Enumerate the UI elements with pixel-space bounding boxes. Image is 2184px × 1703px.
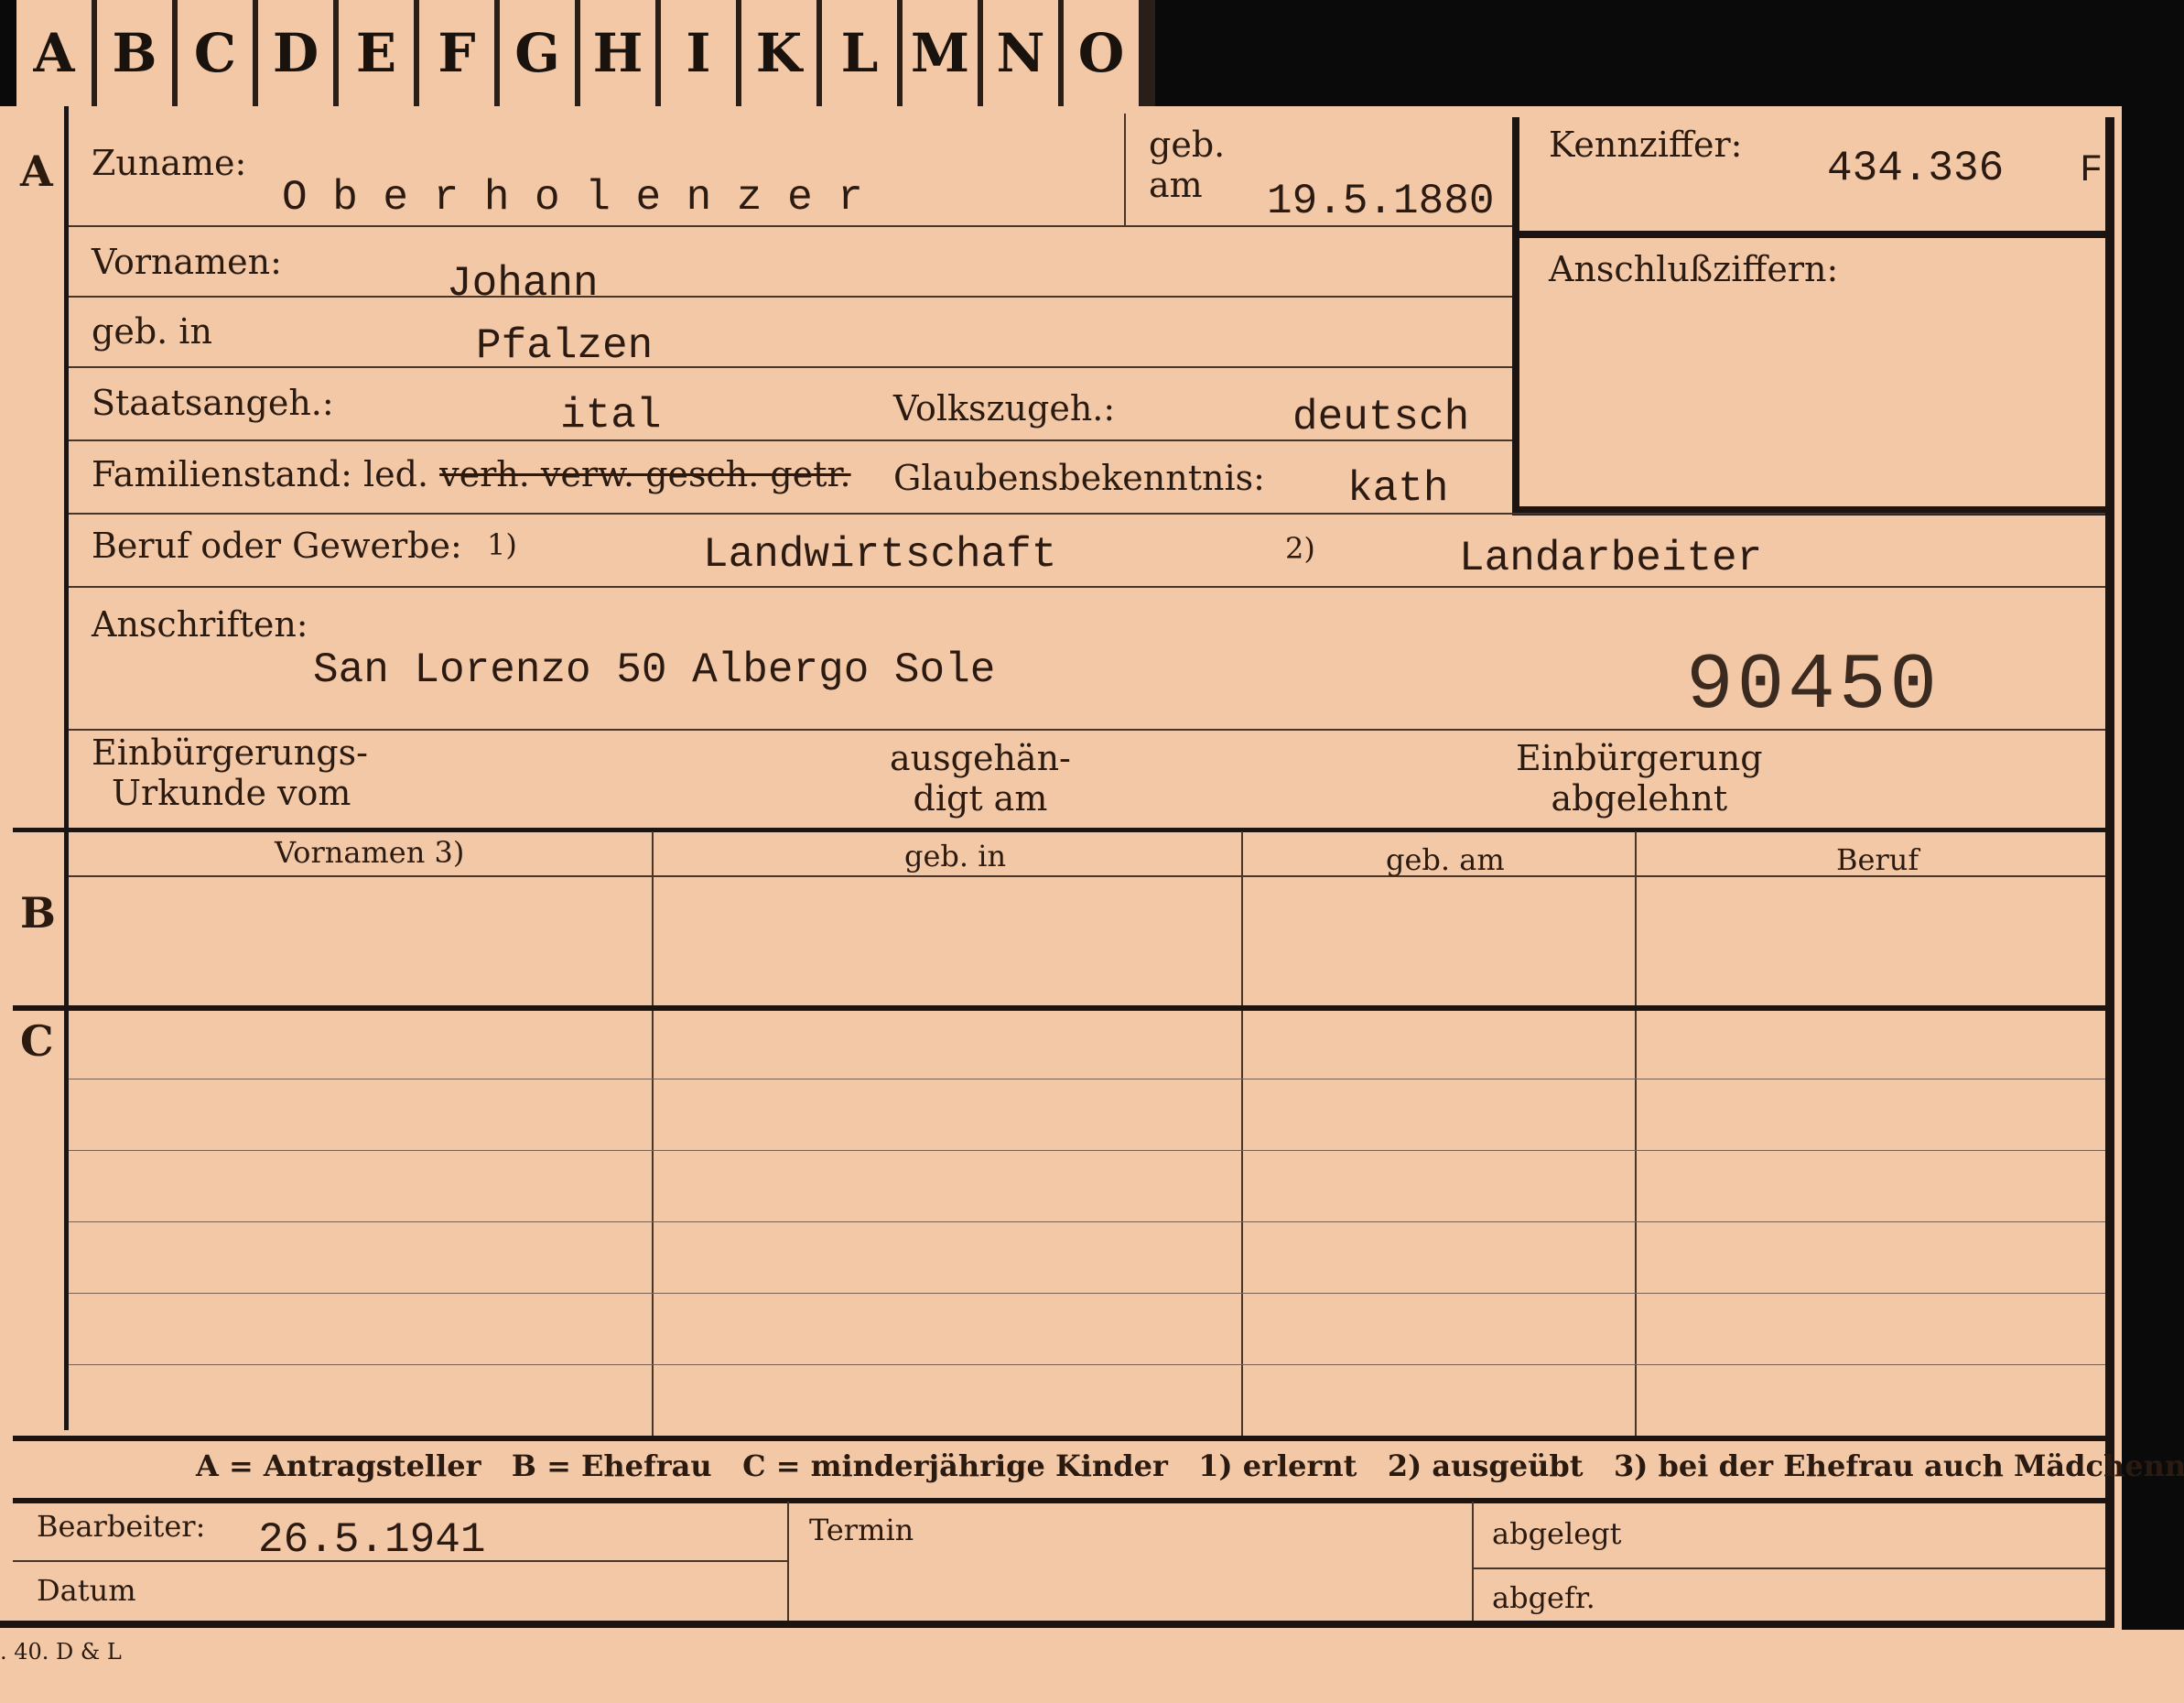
vornamen-value[interactable]: Johann [447,260,599,308]
einbuergerung-urkunde-label: Einbürgerungs- Urkunde vom [92,732,368,813]
left-column-rule [64,106,69,1430]
abg-line2: abgelehnt [1551,778,1728,819]
tab-strip: A B C D E F G H I K L M N O [16,0,1155,106]
tab-f[interactable]: F [419,0,497,106]
zuname-value[interactable]: O b e r h o l e n z e r [282,174,863,222]
tab-l[interactable]: L [822,0,900,106]
familie-prefix: Familienstand: led. [92,454,429,494]
beruf1-value[interactable]: Landwirtschaft [703,531,1056,579]
section-c-letter: C [20,1016,54,1066]
glauben-value[interactable]: kath [1347,465,1448,513]
kennziffer-label: Kennziffer: [1549,125,1743,165]
rule-section-bc [13,1005,2109,1011]
ausg-line1: ausgehän- [890,738,1071,778]
tab-e[interactable]: E [339,0,416,106]
tab-g[interactable]: G [500,0,578,106]
ausg-line2: digt am [913,778,1048,819]
anschluss-label: Anschlußziffern: [1549,249,1839,289]
th-vornamen: Vornamen 3) [275,835,465,870]
termin-label: Termin [809,1513,914,1547]
tab-o[interactable]: O [1064,0,1141,106]
rule-zuname [69,225,1512,227]
am-label: am [1149,165,1203,205]
bearbeiter-label: Bearbeiter: [37,1509,206,1544]
stamp-number: 90450 [1686,641,1941,731]
rule-section-ab [13,828,2109,832]
geb-label: geb. [1149,125,1226,165]
gebin-label: geb. in [92,311,212,352]
zuname-label: Zuname: [92,143,247,183]
datum-label: Datum [37,1573,136,1608]
gebam-value[interactable]: 19.5.1880 [1267,178,1494,225]
rule-gebin [69,366,1512,368]
row-c-2 [69,1150,2105,1151]
beruf2-value[interactable]: Landarbeiter [1459,535,1762,582]
einbuergerung-abgelehnt-label: Einbürgerung abgelehnt [1516,738,1763,819]
volks-label: Volkszugeh.: [893,388,1116,428]
kennziffer-suffix: F [2080,148,2103,192]
familie-struck: verh. verw. gesch. getr. [439,454,851,494]
tab-d[interactable]: D [258,0,336,106]
bottom-divider-2 [1472,1502,1474,1621]
abgelegt-label: abgelegt [1492,1516,1622,1551]
row-c-4 [69,1293,2105,1294]
row-c-3 [69,1221,2105,1222]
kennziffer-box-left [1512,117,1519,515]
einb-line2: Urkunde vom [112,773,351,813]
card-bottom-strip [0,1630,2184,1703]
tab-h[interactable]: H [580,0,658,106]
th-gebin: geb. in [904,839,1007,873]
rule-legend-bottom [13,1498,2109,1503]
table-col-1 [652,831,654,1436]
tab-c[interactable]: C [178,0,255,106]
tab-i[interactable]: I [661,0,739,106]
tab-a[interactable]: A [16,0,94,106]
geb-divider [1124,114,1126,225]
table-col-3 [1635,831,1637,1436]
anschrift-value[interactable]: San Lorenzo 50 Albergo Sole [313,646,995,694]
bottom-divider-1 [787,1502,789,1621]
rule-vornamen [69,296,1512,298]
tab-n[interactable]: N [983,0,1061,106]
glauben-label: Glaubensbekenntnis: [893,458,1265,498]
section-b-letter: B [20,888,56,938]
kennziffer-value[interactable]: 434.336 [1827,145,2004,192]
staats-label: Staatsangeh.: [92,383,334,423]
th-beruf: Beruf [1836,842,1919,877]
bottom-row-rule-right [1472,1567,2105,1569]
card-right-rule [2105,117,2114,1628]
rule-beruf [69,586,2105,588]
abg-line1: Einbürgerung [1516,738,1763,778]
footnote-2-marker: 2) [1285,531,1315,566]
bearbeiter-date[interactable]: 26.5.1941 [258,1516,485,1564]
anschriften-label: Anschriften: [92,604,308,645]
section-a-letter: A [20,146,53,196]
staats-value[interactable]: ital [560,392,661,439]
row-c-5 [69,1364,2105,1365]
legend-text: A = Antragsteller B = Ehefrau C = minder… [196,1448,2184,1483]
gebin-value[interactable]: Pfalzen [476,322,653,370]
tab-m[interactable]: M [903,0,980,106]
ausgehaendigt-label: ausgehän- digt am [890,738,1071,819]
familie-label: Familienstand: led. verh. verw. gesch. g… [92,454,851,494]
rule-legend-top [13,1436,2109,1441]
kennziffer-box-divider [1512,231,2109,238]
th-gebam: geb. am [1386,842,1505,877]
table-header-rule [69,875,2105,877]
volks-value[interactable]: deutsch [1292,394,1469,441]
rule-familie [69,513,2105,515]
footnote-1-marker: 1) [487,527,517,562]
printer-footer: . 40. D & L [0,1639,122,1665]
table-col-2 [1241,831,1243,1436]
tab-k[interactable]: K [741,0,819,106]
tab-b[interactable]: B [97,0,175,106]
rule-card-bottom [0,1621,2114,1628]
beruf-label: Beruf oder Gewerbe: [92,526,462,566]
card-right-edge [2122,106,2184,1630]
abgefr-label: abgefr. [1492,1580,1595,1615]
einb-line1: Einbürgerungs- [92,732,368,773]
vornamen-label: Vornamen: [92,242,282,282]
